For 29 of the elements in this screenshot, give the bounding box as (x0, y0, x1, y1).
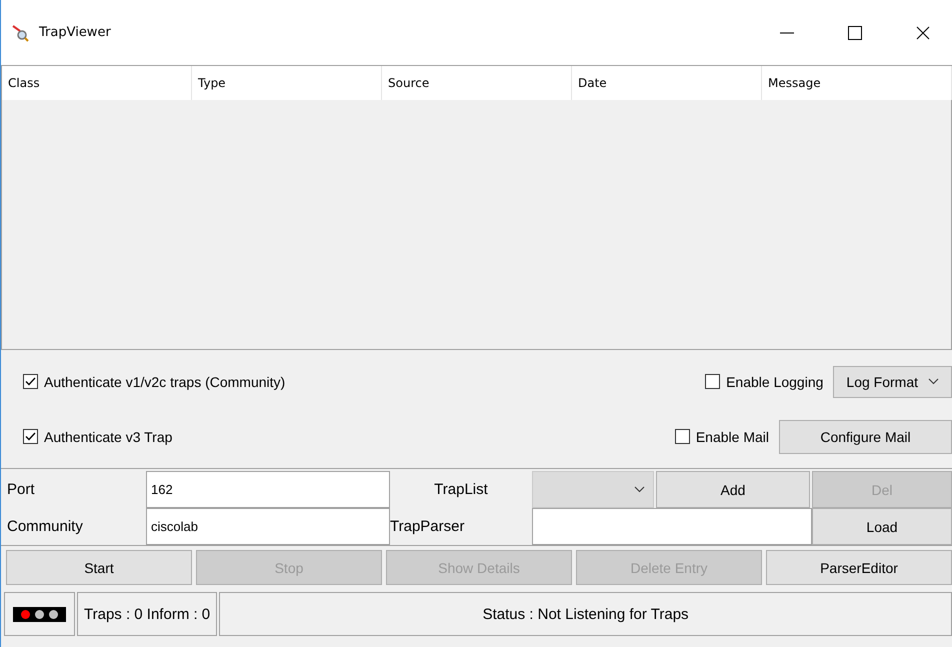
trap-counts: Traps : 0 Inform : 0 (84, 606, 210, 622)
window-title: TrapViewer (39, 25, 112, 40)
checkbox[interactable]: Enable Logging (705, 374, 824, 390)
port-label: Port (6, 480, 36, 500)
chevron-icon (634, 486, 645, 493)
minimize-icon (780, 32, 794, 34)
traplist-dropdown[interactable] (532, 471, 654, 508)
community-field[interactable]: ciscolab (146, 508, 390, 545)
maximize-icon (848, 26, 862, 40)
checkbox[interactable]: Authenticate v3 Trap (23, 428, 172, 444)
load-button[interactable]: Load (812, 508, 952, 545)
add-button[interactable]: Add (656, 471, 810, 508)
trapparser-label: TrapParser (390, 517, 466, 537)
log-format-dropdown[interactable]: Log Format (833, 366, 952, 398)
chevron-icon (928, 378, 939, 385)
checkbox[interactable]: Authenticate v1/v2c traps (Community) (23, 374, 286, 390)
trapparser-field[interactable] (532, 508, 812, 545)
check-icon (25, 377, 36, 386)
configure-mail-button[interactable]: Configure Mail (779, 420, 952, 454)
action-button[interactable]: ParserEditor (766, 550, 952, 585)
check-icon (25, 432, 36, 441)
traplist-label: TrapList (433, 480, 489, 500)
magnifier-icon (11, 24, 29, 42)
port-field[interactable]: 162 (146, 471, 390, 508)
action-button[interactable]: Start (6, 550, 192, 585)
community-label: Community (6, 517, 84, 537)
status-text: Status : Not Listening for Traps (482, 606, 689, 622)
close-icon (916, 26, 930, 40)
checkbox[interactable]: Enable Mail (674, 428, 769, 444)
